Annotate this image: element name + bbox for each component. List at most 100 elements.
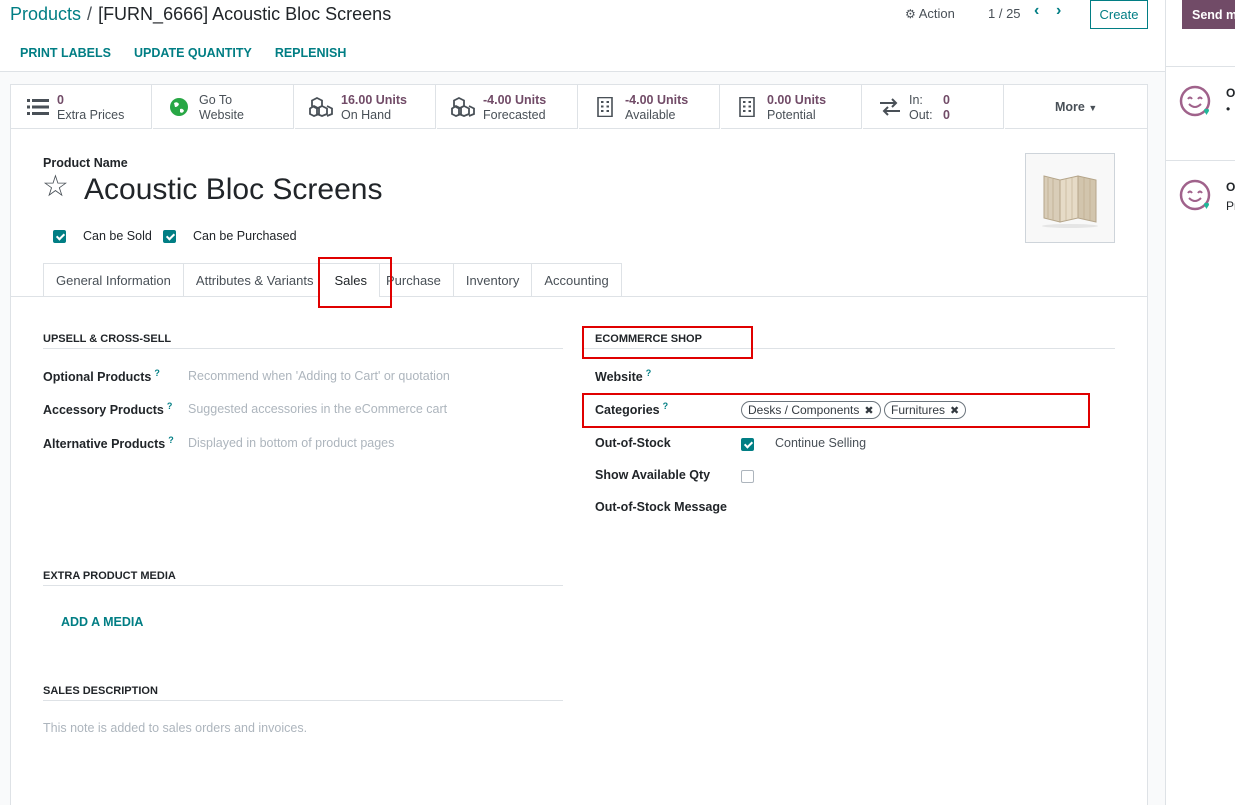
website-label: Website? (595, 368, 652, 385)
continue-selling-checkbox[interactable] (741, 438, 754, 451)
star-icon[interactable]: ☆ (42, 172, 69, 202)
alternative-products-label: Alternative Products? (43, 435, 174, 452)
can-be-sold-checkbox[interactable] (53, 230, 66, 243)
out-of-stock-message-label: Out-of-Stock Message (595, 500, 727, 514)
chatter-divider (1166, 160, 1235, 161)
can-be-purchased-label: Can be Purchased (193, 229, 297, 243)
message-body: • (1226, 102, 1231, 116)
sales-description-input[interactable]: This note is added to sales orders and i… (43, 721, 307, 735)
on-hand-button[interactable]: 16.00 Units On Hand (294, 85, 436, 129)
screen-image-icon (1042, 175, 1098, 228)
update-quantity-button[interactable]: UPDATE QUANTITY (134, 46, 252, 60)
action-menu-button[interactable]: ⚙ Action (905, 6, 955, 21)
potential-label: Potential (767, 108, 816, 122)
alternative-products-input[interactable]: Displayed in bottom of product pages (188, 436, 394, 450)
more-label: More ▼ (1055, 100, 1098, 114)
in-value: 0 (943, 93, 950, 107)
optional-products-label: Optional Products? (43, 368, 160, 385)
forecasted-value: -4.00 Units (483, 93, 547, 107)
available-button[interactable]: -4.00 Units Available (578, 85, 720, 129)
extra-prices-button[interactable]: 0 Extra Prices (10, 85, 152, 129)
show-available-qty-checkbox[interactable] (741, 470, 754, 483)
ecommerce-title-highlight (582, 326, 753, 359)
print-labels-button[interactable]: PRINT LABELS (20, 46, 111, 60)
breadcrumb-separator: / (87, 4, 93, 24)
chatter-panel: Send m Od • Od Pr (1165, 0, 1235, 805)
forecasted-label: Forecasted (483, 108, 546, 122)
header-buttons: PRINT LABELS UPDATE QUANTITY REPLENISH (20, 46, 346, 60)
product-name-field[interactable]: Acoustic Bloc Screens (84, 173, 382, 207)
accessory-products-label: Accessory Products? (43, 401, 173, 418)
list-icon (27, 99, 49, 115)
extra-media-divider (43, 585, 563, 586)
in-out-values: In: 0 Out: 0 (909, 93, 950, 123)
go-to-website-line2: Website (199, 108, 244, 122)
more-dropdown-button[interactable]: More ▼ (1004, 85, 1148, 129)
replenish-button[interactable]: REPLENISH (275, 46, 347, 60)
on-hand-label: On Hand (341, 108, 392, 122)
accessory-products-input[interactable]: Suggested accessories in the eCommerce c… (188, 402, 447, 416)
cubes-icon (309, 97, 333, 117)
building-icon (739, 97, 755, 117)
available-label: Available (625, 108, 676, 122)
odoobot-avatar (1179, 179, 1211, 211)
breadcrumb-products-link[interactable]: Products (10, 4, 81, 24)
exchange-icon (880, 98, 900, 116)
show-available-qty-label: Show Available Qty (595, 468, 711, 482)
product-image[interactable] (1025, 153, 1115, 243)
odoobot-avatar (1179, 85, 1211, 117)
in-label: In: (909, 93, 923, 107)
extra-prices-value: 0 (57, 93, 64, 107)
chevron-left-icon[interactable]: ‹ (1034, 3, 1039, 19)
can-be-sold-label: Can be Sold (83, 229, 152, 243)
out-label: Out: (909, 108, 933, 122)
chatter-divider (1166, 66, 1235, 67)
categories-highlight (582, 393, 1090, 428)
send-message-button[interactable]: Send m (1182, 0, 1235, 29)
extra-media-group-title: EXTRA PRODUCT MEDIA (43, 570, 176, 582)
help-icon: ? (645, 368, 652, 378)
pager-value[interactable]: 1 / 25 (988, 6, 1021, 21)
cubes-icon (451, 97, 475, 117)
tab-general-information[interactable]: General Information (43, 263, 183, 297)
optional-products-input[interactable]: Recommend when 'Adding to Cart' or quota… (188, 369, 450, 383)
gear-icon: ⚙ (905, 7, 916, 21)
help-icon: ? (154, 368, 160, 378)
globe-icon (170, 98, 188, 116)
smart-buttons: 0 Extra Prices Go To Website 16.00 Units… (10, 84, 1148, 129)
can-be-purchased-checkbox[interactable] (163, 230, 176, 243)
out-of-stock-label: Out-of-Stock (595, 436, 671, 450)
sales-tab-highlight (318, 257, 392, 308)
tab-accounting[interactable]: Accounting (531, 263, 622, 297)
potential-value: 0.00 Units (767, 93, 827, 107)
caret-down-icon: ▼ (1088, 103, 1098, 113)
out-value: 0 (943, 108, 950, 122)
help-icon: ? (168, 435, 174, 445)
potential-button[interactable]: 0.00 Units Potential (720, 85, 862, 129)
sales-description-divider (43, 700, 563, 701)
in-out-button[interactable]: In: 0 Out: 0 (862, 85, 1004, 129)
message-body: Pr (1226, 199, 1235, 213)
go-to-website-button[interactable]: Go To Website (152, 85, 294, 129)
chevron-right-icon[interactable]: › (1056, 3, 1061, 19)
message-author: Od (1226, 180, 1235, 194)
forecasted-button[interactable]: -4.00 Units Forecasted (436, 85, 578, 129)
help-icon: ? (166, 401, 173, 411)
breadcrumb: Products / [FURN_6666] Acoustic Bloc Scree… (10, 4, 391, 25)
product-name-label: Product Name (43, 156, 128, 170)
upsell-group-title: UPSELL & CROSS-SELL (43, 333, 172, 345)
control-panel: Products / [FURN_6666] Acoustic Bloc Scree… (0, 0, 1165, 72)
tab-inventory[interactable]: Inventory (452, 263, 532, 297)
message-author: Od (1226, 86, 1235, 100)
add-media-button[interactable]: ADD A MEDIA (61, 615, 143, 629)
go-to-website-line1: Go To (199, 93, 233, 107)
tab-attributes-variants[interactable]: Attributes & Variants (182, 263, 320, 297)
action-label: Action (918, 6, 955, 21)
create-button[interactable]: Create (1090, 0, 1148, 29)
building-icon (597, 97, 613, 117)
sales-description-title: SALES DESCRIPTION (43, 685, 158, 697)
upsell-divider (43, 348, 563, 349)
breadcrumb-current: [FURN_6666] Acoustic Bloc Screens (98, 4, 392, 24)
extra-prices-label: Extra Prices (57, 108, 125, 122)
continue-selling-label: Continue Selling (775, 436, 867, 450)
